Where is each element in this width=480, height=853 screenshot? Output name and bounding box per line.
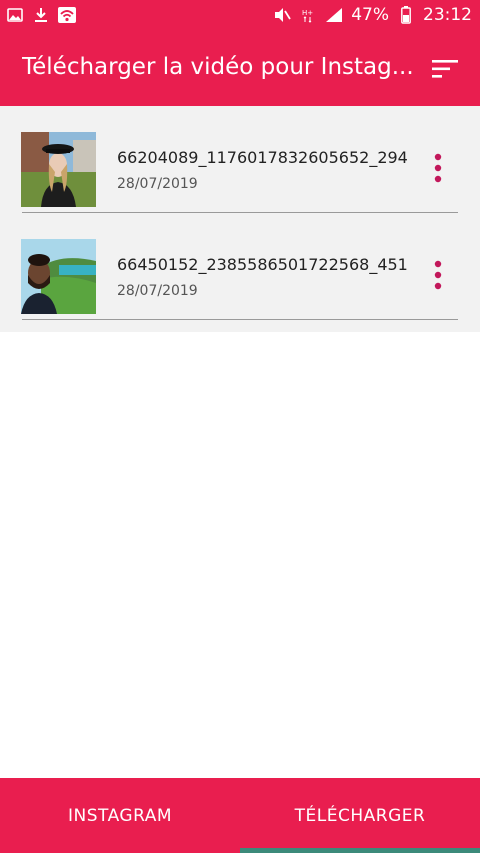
bottom-navigation: INSTAGRAM TÉLÉCHARGER xyxy=(0,778,480,853)
divider xyxy=(22,319,458,320)
battery-percent: 47% xyxy=(351,5,389,25)
video-date: 28/07/2019 xyxy=(117,176,198,192)
video-name: 66450152_2385586501722568_451... xyxy=(117,255,407,274)
video-list-item[interactable]: 66204089_1176017832605652_294... 28/07/2… xyxy=(0,106,480,213)
tab-telecharger[interactable]: TÉLÉCHARGER xyxy=(240,778,480,853)
image-icon xyxy=(6,6,24,24)
status-bar: H+ 47% 23:12 xyxy=(0,0,480,32)
tab-instagram[interactable]: INSTAGRAM xyxy=(0,778,240,853)
status-bar-right: H+ 47% 23:12 xyxy=(273,5,472,25)
video-thumbnail[interactable] xyxy=(21,132,96,207)
signal-hplus-icon: H+ xyxy=(299,6,317,24)
more-options-icon[interactable] xyxy=(428,150,448,190)
cell-signal-icon xyxy=(325,6,343,24)
status-time: 23:12 xyxy=(423,5,472,25)
wifi-icon xyxy=(58,6,76,24)
video-thumbnail[interactable] xyxy=(21,239,96,314)
app-bar: Télécharger la vidéo pour Instag... xyxy=(0,32,480,106)
video-list-item[interactable]: 66450152_2385586501722568_451... 28/07/2… xyxy=(0,213,480,320)
svg-text:H+: H+ xyxy=(302,9,313,17)
page-title: Télécharger la vidéo pour Instag... xyxy=(22,54,412,80)
mute-icon xyxy=(273,6,291,24)
sort-icon[interactable] xyxy=(432,59,458,79)
battery-icon xyxy=(397,6,415,24)
status-bar-left xyxy=(6,6,76,24)
tab-selected-indicator xyxy=(240,848,480,853)
video-name: 66204089_1176017832605652_294... xyxy=(117,148,407,167)
download-icon xyxy=(32,6,50,24)
video-date: 28/07/2019 xyxy=(117,283,198,299)
video-list: 66204089_1176017832605652_294... 28/07/2… xyxy=(0,106,480,332)
more-options-icon[interactable] xyxy=(428,257,448,297)
